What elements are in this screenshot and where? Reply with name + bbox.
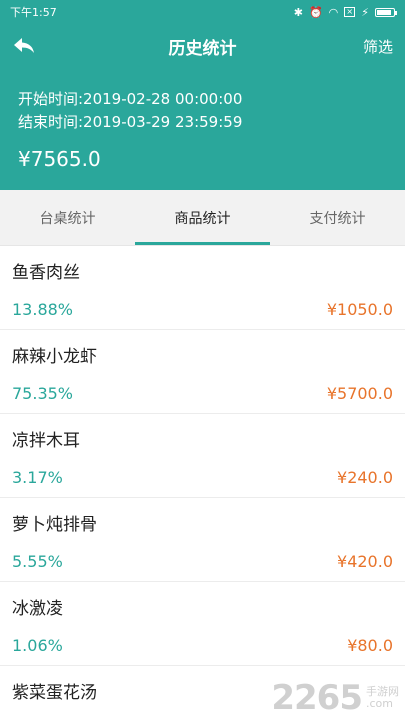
item-amount: ¥80.0 [347, 636, 393, 655]
filter-button[interactable]: 筛选 [363, 36, 393, 57]
item-amount: ¥5700.0 [326, 384, 393, 403]
item-amount: ¥240.0 [337, 468, 393, 487]
back-button[interactable] [12, 31, 42, 61]
wifi-icon: ◠ [328, 5, 339, 19]
list-item[interactable]: 凉拌木耳 3.17% ¥240.0 [0, 414, 405, 498]
item-percent: 75.35% [12, 384, 74, 403]
header: 下午1:57 ✱ ⏰ ◠ × ⚡ 历史统计 筛选 开始时间:2019-02-28… [0, 0, 405, 190]
product-list: 鱼香肉丝 13.88% ¥1050.0 麻辣小龙虾 75.35% ¥5700.0… [0, 246, 405, 720]
item-name: 凉拌木耳 [12, 431, 80, 451]
total-amount: ¥7565.0 [18, 147, 101, 171]
start-time: 开始时间:2019-02-28 00:00:00 [18, 90, 243, 108]
stats-tabs: 台桌统计 商品统计 支付统计 [0, 190, 405, 246]
item-name: 鱼香肉丝 [12, 263, 80, 283]
item-name: 冰激凌 [12, 599, 63, 619]
list-item[interactable]: 麻辣小龙虾 75.35% ¥5700.0 [0, 330, 405, 414]
watermark-suffix: .com [366, 697, 393, 710]
item-percent: 5.55% [12, 552, 63, 571]
alarm-icon: ⏰ [308, 5, 323, 19]
item-percent: 13.88% [12, 300, 74, 319]
tab-product-stats[interactable]: 商品统计 [135, 190, 270, 245]
back-arrow-icon [14, 38, 34, 53]
bluetooth-icon: ✱ [293, 5, 303, 19]
status-time: 下午1:57 [10, 6, 57, 19]
item-name: 紫菜蛋花汤 [12, 683, 97, 703]
status-bar: 下午1:57 ✱ ⏰ ◠ × ⚡ [0, 0, 405, 24]
item-percent: 3.17% [12, 468, 63, 487]
item-amount: ¥1050.0 [326, 300, 393, 319]
watermark-text: 手游网 .com [366, 686, 399, 710]
charging-icon: ⚡ [361, 5, 369, 19]
status-icons: ✱ ⏰ ◠ × ⚡ [293, 5, 397, 19]
list-item[interactable]: 鱼香肉丝 13.88% ¥1050.0 [0, 246, 405, 330]
item-amount: ¥420.0 [337, 552, 393, 571]
tab-payment-stats[interactable]: 支付统计 [270, 190, 405, 245]
end-time: 结束时间:2019-03-29 23:59:59 [18, 113, 243, 131]
item-percent: 1.06% [12, 636, 63, 655]
tab-table-stats[interactable]: 台桌统计 [0, 190, 135, 245]
watermark-number: 2265 [271, 678, 363, 718]
sim-x-icon: × [344, 7, 356, 17]
site-watermark: 2265 手游网 .com [271, 678, 399, 718]
list-item[interactable]: 萝卜炖排骨 5.55% ¥420.0 [0, 498, 405, 582]
item-name: 萝卜炖排骨 [12, 515, 97, 535]
summary-panel: 开始时间:2019-02-28 00:00:00 结束时间:2019-03-29… [0, 68, 405, 171]
list-item[interactable]: 冰激凌 1.06% ¥80.0 [0, 582, 405, 666]
page-title: 历史统计 [168, 38, 237, 59]
battery-icon [375, 7, 397, 17]
nav-bar: 历史统计 筛选 [0, 24, 405, 68]
item-name: 麻辣小龙虾 [12, 347, 97, 367]
